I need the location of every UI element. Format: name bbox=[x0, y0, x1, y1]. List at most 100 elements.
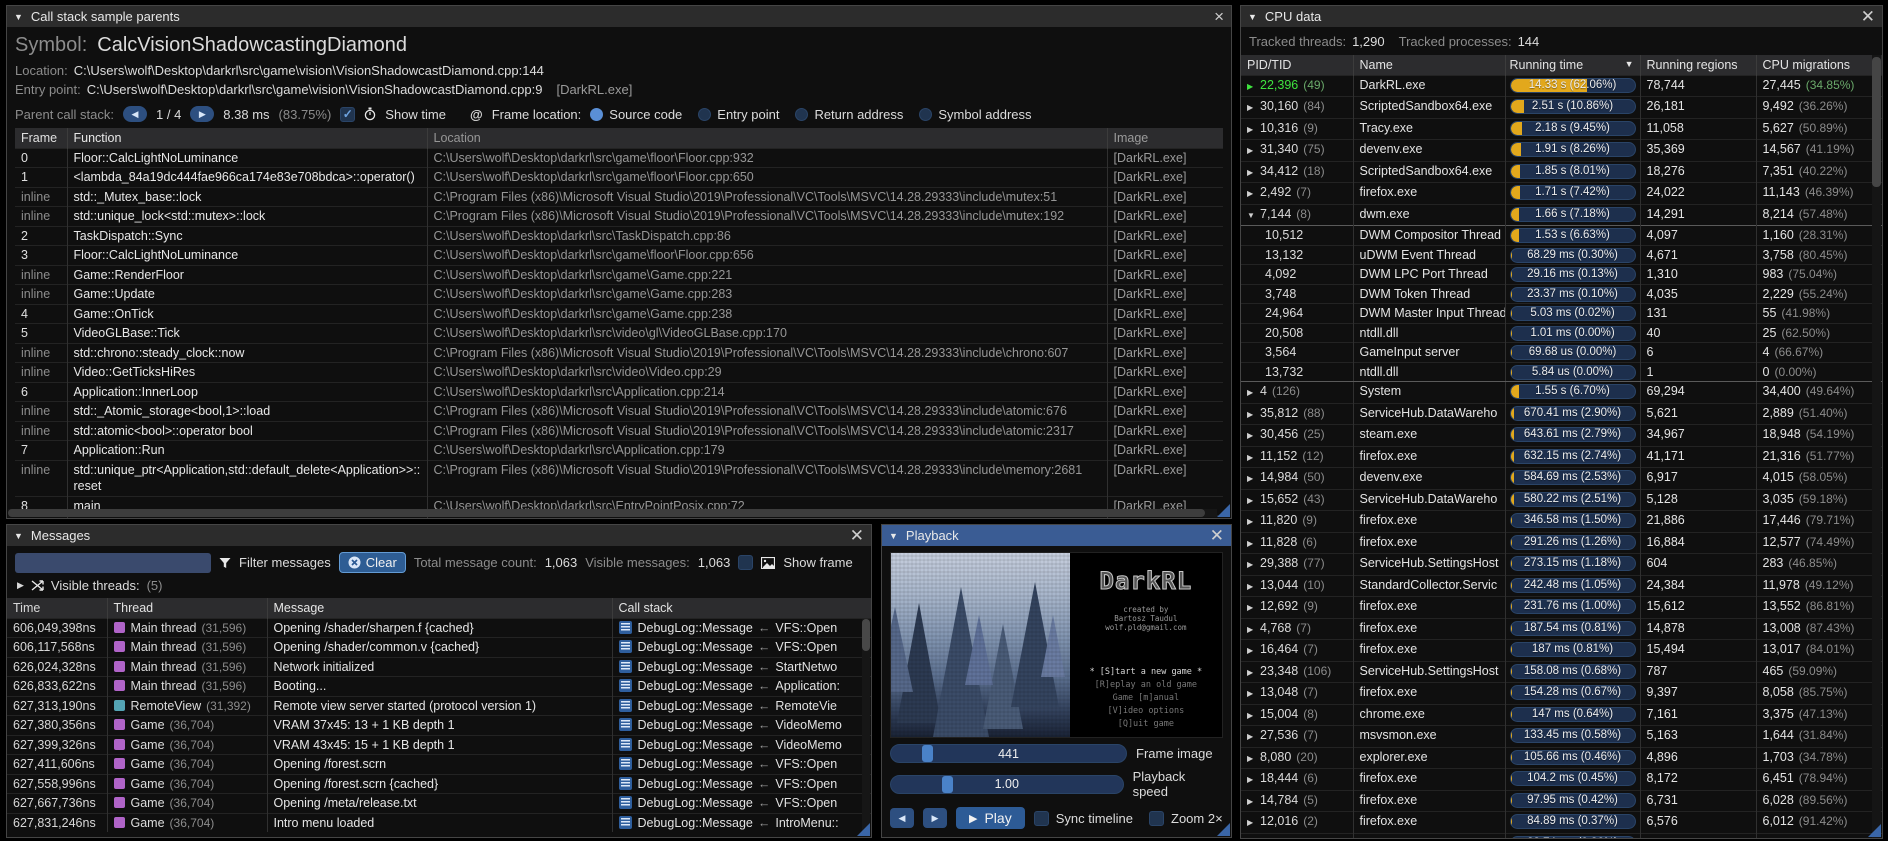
message-row[interactable]: 627,399,326nsGame(36,704)VRAM 43x45: 15 … bbox=[7, 735, 871, 755]
cpu-row[interactable]: ▶14,984(50)devenv.exe584.69 ms (2.53%)6,… bbox=[1241, 468, 1882, 490]
cpu-row[interactable]: 4,092DWM LPC Port Thread29.16 ms (0.13%)… bbox=[1241, 265, 1882, 285]
cpu-row[interactable]: ▶10,316(9)Tracy.exe2.18 s (9.45%)11,0585… bbox=[1241, 118, 1882, 140]
expand-arrow-icon[interactable]: ▶ bbox=[1247, 493, 1260, 510]
slider-grab[interactable] bbox=[922, 745, 933, 762]
expand-arrow-icon[interactable]: ▶ bbox=[1247, 600, 1260, 617]
col-function[interactable]: Function bbox=[67, 128, 427, 148]
callstack-cell[interactable]: DebugLog::Message←StartNetwo bbox=[612, 657, 871, 677]
message-row[interactable]: 627,831,246nsGame(36,704)Intro menu load… bbox=[7, 813, 871, 832]
expand-arrow-icon[interactable]: ▶ bbox=[1247, 407, 1260, 424]
cpu-row[interactable]: ▶14,784(5)firefox.exe97.95 ms (0.42%)6,7… bbox=[1241, 790, 1882, 812]
horizontal-scrollbar[interactable] bbox=[8, 509, 1217, 517]
cpu-row[interactable]: ▶18,444(6)firefox.exe104.2 ms (0.45%)8,1… bbox=[1241, 769, 1882, 791]
messages-vertical-scrollbar[interactable] bbox=[862, 619, 870, 836]
message-row[interactable]: 627,313,190nsRemoteView(31,392)Remote vi… bbox=[7, 696, 871, 716]
callstack-cell[interactable]: DebugLog::Message←VFS::Open bbox=[612, 794, 871, 814]
expand-arrow-icon[interactable]: ▶ bbox=[1247, 579, 1260, 596]
callstack-cell[interactable]: DebugLog::Message←RemoteVie bbox=[612, 696, 871, 716]
callstack-row[interactable]: 7Application::RunC:\Users\wolf\Desktop\d… bbox=[15, 441, 1223, 461]
cpu-row[interactable]: ▶1,488(10)csrss.exe83.74 ms (0.36%)3,657… bbox=[1241, 833, 1882, 838]
expand-arrow-icon[interactable]: ▶ bbox=[1247, 165, 1260, 182]
expand-arrow-icon[interactable]: ▶ bbox=[1247, 471, 1260, 488]
close-icon[interactable]: ✕ bbox=[1861, 10, 1875, 24]
collapse-icon[interactable]: ▼ bbox=[14, 531, 23, 541]
cpu-row[interactable]: 20,508ntdll.dll1.01 ms (0.00%)4025(62.50… bbox=[1241, 323, 1882, 343]
callstack-header-row[interactable]: Frame Function Location Image bbox=[15, 128, 1223, 148]
message-row[interactable]: 626,833,622nsMain thread(31,596)Booting.… bbox=[7, 677, 871, 697]
cpu-row[interactable]: 24,964DWM Master Input Thread5.03 ms (0.… bbox=[1241, 304, 1882, 324]
callstack-row[interactable]: inlinestd::_Mutex_base::lockC:\Program F… bbox=[15, 187, 1223, 207]
col-name[interactable]: Name bbox=[1353, 55, 1505, 75]
callstack-row[interactable]: inlinestd::unique_lock<std::mutex>::lock… bbox=[15, 207, 1223, 227]
col-frame[interactable]: Frame bbox=[15, 128, 67, 148]
cpu-row[interactable]: ▶12,692(9)firefox.exe231.76 ms (1.00%)15… bbox=[1241, 597, 1882, 619]
expand-arrow-icon[interactable]: ▶ bbox=[1247, 536, 1260, 553]
callstack-cell[interactable]: DebugLog::Message←VideoMemo bbox=[612, 716, 871, 736]
callstack-row[interactable]: inlinestd::unique_ptr<Application,std::d… bbox=[15, 460, 1223, 496]
expand-arrow-icon[interactable]: ▶ bbox=[1247, 122, 1260, 139]
callstack-cell[interactable]: DebugLog::Message←IntroMenu:: bbox=[612, 813, 871, 832]
cpu-row[interactable]: ▶30,456(25)steam.exe643.61 ms (2.79%)34,… bbox=[1241, 425, 1882, 447]
callstack-row[interactable]: 2TaskDispatch::SyncC:\Users\wolf\Desktop… bbox=[15, 226, 1223, 246]
cpu-row[interactable]: ▶11,820(9)firefox.exe346.58 ms (1.50%)21… bbox=[1241, 511, 1882, 533]
expand-arrow-icon[interactable]: ▶ bbox=[1247, 815, 1260, 832]
expand-arrow-icon[interactable]: ▶ bbox=[1247, 837, 1260, 839]
filter-input[interactable] bbox=[15, 553, 211, 573]
expand-arrow-icon[interactable]: ▶ bbox=[1247, 514, 1260, 531]
callstack-cell[interactable]: DebugLog::Message←VFS::Open bbox=[612, 774, 871, 794]
callstack-row[interactable]: 1<lambda_84a19dc444fae966ca174e83e708bdc… bbox=[15, 168, 1223, 188]
expand-arrow-icon[interactable]: ▶ bbox=[1247, 100, 1260, 117]
cpu-row[interactable]: 3,564GameInput server69.68 us (0.00%)64(… bbox=[1241, 343, 1882, 363]
expand-arrow-icon[interactable]: ▶ bbox=[1247, 708, 1260, 725]
expand-arrow-icon[interactable]: ▶ bbox=[1247, 794, 1260, 811]
cpu-row[interactable]: ▶27,536(7)msvsmon.exe133.45 ms (0.58%)5,… bbox=[1241, 726, 1882, 748]
cpu-row[interactable]: ▶15,652(43)ServiceHub.DataWareho580.22 m… bbox=[1241, 489, 1882, 511]
next-frame-button[interactable]: ▶ bbox=[923, 808, 947, 828]
collapse-icon[interactable]: ▼ bbox=[1248, 12, 1257, 22]
col-location[interactable]: Location bbox=[427, 128, 1107, 148]
callstack-row[interactable]: 3Floor::CalcLightNoLuminanceC:\Users\wol… bbox=[15, 246, 1223, 266]
cpu-row[interactable]: ▶29,388(77)ServiceHub.SettingsHost273.15… bbox=[1241, 554, 1882, 576]
cpu-row[interactable]: 10,512DWM Compositor Thread1.53 s (6.63%… bbox=[1241, 226, 1882, 246]
callstack-row[interactable]: inlinestd::chrono::steady_clock::nowC:\P… bbox=[15, 343, 1223, 363]
expand-arrow-icon[interactable]: ▶ bbox=[1247, 186, 1260, 203]
message-row[interactable]: 627,558,996nsGame(36,704)Opening /forest… bbox=[7, 774, 871, 794]
expand-arrow-icon[interactable]: ▶ bbox=[1247, 729, 1260, 746]
resize-grip[interactable] bbox=[1217, 504, 1230, 517]
close-icon[interactable]: ✕ bbox=[850, 529, 864, 543]
cpu-row[interactable]: ▶8,080(20)explorer.exe105.66 ms (0.46%)4… bbox=[1241, 747, 1882, 769]
cpu-row[interactable]: 13,132uDWM Event Thread68.29 ms (0.30%)4… bbox=[1241, 245, 1882, 265]
callstack-titlebar[interactable]: ▼ Call stack sample parents × bbox=[7, 6, 1231, 27]
cpu-vertical-scrollbar[interactable] bbox=[1872, 55, 1881, 838]
expand-arrow-icon[interactable]: ▶ bbox=[1247, 772, 1260, 789]
cpu-titlebar[interactable]: ▼ CPU data ✕ bbox=[1241, 6, 1882, 27]
frame-location-radio-symbol-address[interactable]: Symbol address bbox=[919, 107, 1031, 122]
cpu-row[interactable]: 13,732ntdll.dll5.84 us (0.00%)10(0.00%) bbox=[1241, 362, 1882, 382]
message-row[interactable]: 626,024,328nsMain thread(31,596)Network … bbox=[7, 657, 871, 677]
collapse-icon[interactable]: ▼ bbox=[889, 531, 898, 541]
expand-arrow-icon[interactable]: ▶ bbox=[1247, 385, 1260, 402]
expand-arrow-icon[interactable]: ▶ bbox=[1247, 143, 1260, 160]
expand-arrow-icon[interactable]: ▶ bbox=[1247, 450, 1260, 467]
callstack-cell[interactable]: DebugLog::Message←Application: bbox=[612, 677, 871, 697]
cpu-row[interactable]: ▶11,152(12)firefox.exe632.15 ms (2.74%)4… bbox=[1241, 446, 1882, 468]
playback-titlebar[interactable]: ▼ Playback ✕ bbox=[882, 525, 1231, 546]
expand-arrow-icon[interactable]: ▶ bbox=[1247, 622, 1260, 639]
cpu-row[interactable]: ▶11,828(6)firefox.exe291.26 ms (1.26%)16… bbox=[1241, 532, 1882, 554]
col-pid-tid[interactable]: PID/TID bbox=[1241, 55, 1353, 75]
col-time[interactable]: Time bbox=[7, 598, 107, 618]
expand-arrow-icon[interactable]: ▶ bbox=[1247, 686, 1260, 703]
callstack-cell[interactable]: DebugLog::Message←VFS::Open bbox=[612, 638, 871, 658]
col-thread[interactable]: Thread bbox=[107, 598, 267, 618]
callstack-cell[interactable]: DebugLog::Message←VFS::Open bbox=[612, 618, 871, 638]
cpu-row[interactable]: ▶23,348(106)ServiceHub.SettingsHost158.0… bbox=[1241, 661, 1882, 683]
checkbox-icon[interactable] bbox=[1149, 811, 1164, 826]
callstack-row[interactable]: 6Application::InnerLoopC:\Users\wolf\Des… bbox=[15, 382, 1223, 402]
resize-grip[interactable] bbox=[857, 823, 870, 836]
cpu-row[interactable]: 3,748DWM Token Thread23.37 ms (0.10%)4,0… bbox=[1241, 284, 1882, 304]
cpu-row[interactable]: ▶22,396(49)DarkRL.exe14.33 s (62.06%)78,… bbox=[1241, 75, 1882, 97]
callstack-row[interactable]: 5VideoGLBase::TickC:\Users\wolf\Desktop\… bbox=[15, 324, 1223, 344]
next-callstack-button[interactable]: ▶ bbox=[190, 106, 214, 122]
message-row[interactable]: 606,049,398nsMain thread(31,596)Opening … bbox=[7, 618, 871, 638]
cpu-row[interactable]: ▶15,004(8)chrome.exe147 ms (0.64%)7,1613… bbox=[1241, 704, 1882, 726]
